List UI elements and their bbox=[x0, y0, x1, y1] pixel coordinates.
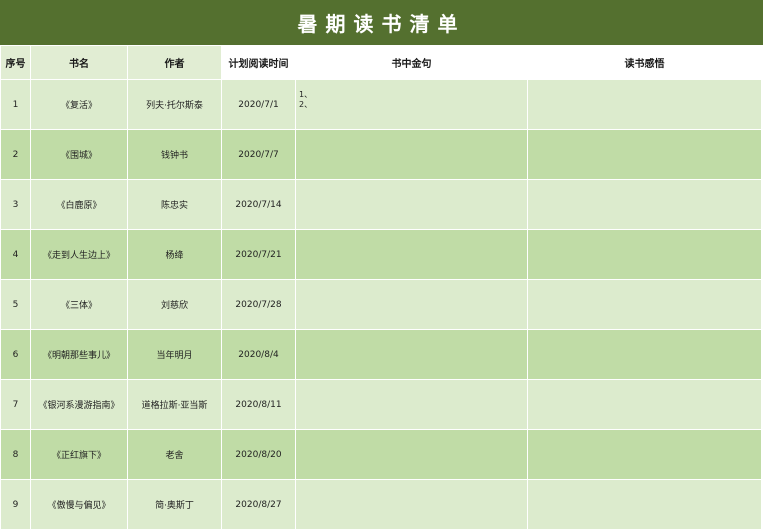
table-row: 6 《明朝那些事儿》 当年明月 2020/8/4 bbox=[0, 329, 762, 380]
cell-planned-date[interactable]: 2020/7/14 bbox=[221, 179, 296, 230]
table-row: 7 《银河系漫游指南》 道格拉斯·亚当斯 2020/8/11 bbox=[0, 379, 762, 430]
header-book[interactable]: 书名 bbox=[30, 45, 128, 80]
cell-author[interactable]: 当年明月 bbox=[127, 329, 222, 380]
cell-author[interactable]: 刘慈欣 bbox=[127, 279, 222, 330]
cell-planned-date[interactable]: 2020/8/20 bbox=[221, 429, 296, 480]
cell-index[interactable]: 8 bbox=[0, 429, 31, 480]
cell-book[interactable]: 《白鹿原》 bbox=[30, 179, 128, 230]
header-thoughts[interactable]: 读书感悟 bbox=[527, 45, 762, 80]
table-row: 9 《傲慢与偏见》 简·奥斯丁 2020/8/27 bbox=[0, 479, 762, 530]
cell-book[interactable]: 《明朝那些事儿》 bbox=[30, 329, 128, 380]
cell-index[interactable]: 5 bbox=[0, 279, 31, 330]
reading-list-table: 序号 书名 作者 计划阅读时间 书中金句 读书感悟 1 《复活》 列夫·托尔斯泰 20… bbox=[0, 45, 762, 530]
cell-book[interactable]: 《正红旗下》 bbox=[30, 429, 128, 480]
reading-list-sheet: 暑期读书清单 序号 书名 作者 计划阅读时间 书中金句 读书感悟 1 《复活》 列夫… bbox=[0, 0, 763, 530]
cell-planned-date[interactable]: 2020/8/27 bbox=[221, 479, 296, 530]
cell-quote[interactable] bbox=[295, 429, 528, 480]
cell-author[interactable]: 钱钟书 bbox=[127, 129, 222, 180]
header-author[interactable]: 作者 bbox=[127, 45, 222, 80]
cell-author[interactable]: 老舍 bbox=[127, 429, 222, 480]
cell-thoughts[interactable] bbox=[527, 179, 762, 230]
cell-index[interactable]: 3 bbox=[0, 179, 31, 230]
table-row: 8 《正红旗下》 老舍 2020/8/20 bbox=[0, 429, 762, 480]
cell-planned-date[interactable]: 2020/8/11 bbox=[221, 379, 296, 430]
cell-thoughts[interactable] bbox=[527, 479, 762, 530]
table-row: 4 《走到人生边上》 杨绛 2020/7/21 bbox=[0, 229, 762, 280]
header-index[interactable]: 序号 bbox=[0, 45, 31, 80]
cell-book[interactable]: 《三体》 bbox=[30, 279, 128, 330]
header-quote[interactable]: 书中金句 bbox=[295, 45, 528, 80]
cell-planned-date[interactable]: 2020/7/21 bbox=[221, 229, 296, 280]
cell-author[interactable]: 道格拉斯·亚当斯 bbox=[127, 379, 222, 430]
table-row: 3 《白鹿原》 陈忠实 2020/7/14 bbox=[0, 179, 762, 230]
cell-author[interactable]: 列夫·托尔斯泰 bbox=[127, 79, 222, 130]
cell-index[interactable]: 4 bbox=[0, 229, 31, 280]
cell-quote[interactable] bbox=[295, 179, 528, 230]
cell-book[interactable]: 《傲慢与偏见》 bbox=[30, 479, 128, 530]
table-row: 2 《围城》 钱钟书 2020/7/7 bbox=[0, 129, 762, 180]
cell-planned-date[interactable]: 2020/7/28 bbox=[221, 279, 296, 330]
header-row: 序号 书名 作者 计划阅读时间 书中金句 读书感悟 bbox=[0, 45, 762, 80]
cell-quote[interactable] bbox=[295, 279, 528, 330]
quote-line: 1、 bbox=[299, 90, 313, 99]
cell-quote[interactable] bbox=[295, 479, 528, 530]
cell-index[interactable]: 1 bbox=[0, 79, 31, 130]
cell-index[interactable]: 7 bbox=[0, 379, 31, 430]
table-row: 5 《三体》 刘慈欣 2020/7/28 bbox=[0, 279, 762, 330]
cell-thoughts[interactable] bbox=[527, 329, 762, 380]
cell-thoughts[interactable] bbox=[527, 429, 762, 480]
cell-book[interactable]: 《走到人生边上》 bbox=[30, 229, 128, 280]
header-planned-date[interactable]: 计划阅读时间 bbox=[221, 45, 296, 80]
cell-index[interactable]: 6 bbox=[0, 329, 31, 380]
cell-author[interactable]: 陈忠实 bbox=[127, 179, 222, 230]
cell-thoughts[interactable] bbox=[527, 229, 762, 280]
cell-author[interactable]: 简·奥斯丁 bbox=[127, 479, 222, 530]
cell-index[interactable]: 9 bbox=[0, 479, 31, 530]
cell-thoughts[interactable] bbox=[527, 379, 762, 430]
quote-line: 2、 bbox=[299, 100, 313, 109]
cell-author[interactable]: 杨绛 bbox=[127, 229, 222, 280]
cell-thoughts[interactable] bbox=[527, 79, 762, 130]
cell-book[interactable]: 《围城》 bbox=[30, 129, 128, 180]
cell-planned-date[interactable]: 2020/8/4 bbox=[221, 329, 296, 380]
table-row: 1 《复活》 列夫·托尔斯泰 2020/7/1 1、 2、 bbox=[0, 79, 762, 130]
cell-index[interactable]: 2 bbox=[0, 129, 31, 180]
table-body: 1 《复活》 列夫·托尔斯泰 2020/7/1 1、 2、 2 《围城》 钱钟书 2020/7/7… bbox=[0, 79, 762, 530]
cell-thoughts[interactable] bbox=[527, 129, 762, 180]
cell-planned-date[interactable]: 2020/7/7 bbox=[221, 129, 296, 180]
sheet-title: 暑期读书清单 bbox=[0, 0, 763, 45]
cell-thoughts[interactable] bbox=[527, 279, 762, 330]
cell-planned-date[interactable]: 2020/7/1 bbox=[221, 79, 296, 130]
cell-quote[interactable] bbox=[295, 229, 528, 280]
cell-quote[interactable]: 1、 2、 bbox=[295, 79, 528, 130]
cell-quote[interactable] bbox=[295, 129, 528, 180]
cell-quote[interactable] bbox=[295, 379, 528, 430]
cell-book[interactable]: 《复活》 bbox=[30, 79, 128, 130]
cell-quote[interactable] bbox=[295, 329, 528, 380]
cell-book[interactable]: 《银河系漫游指南》 bbox=[30, 379, 128, 430]
